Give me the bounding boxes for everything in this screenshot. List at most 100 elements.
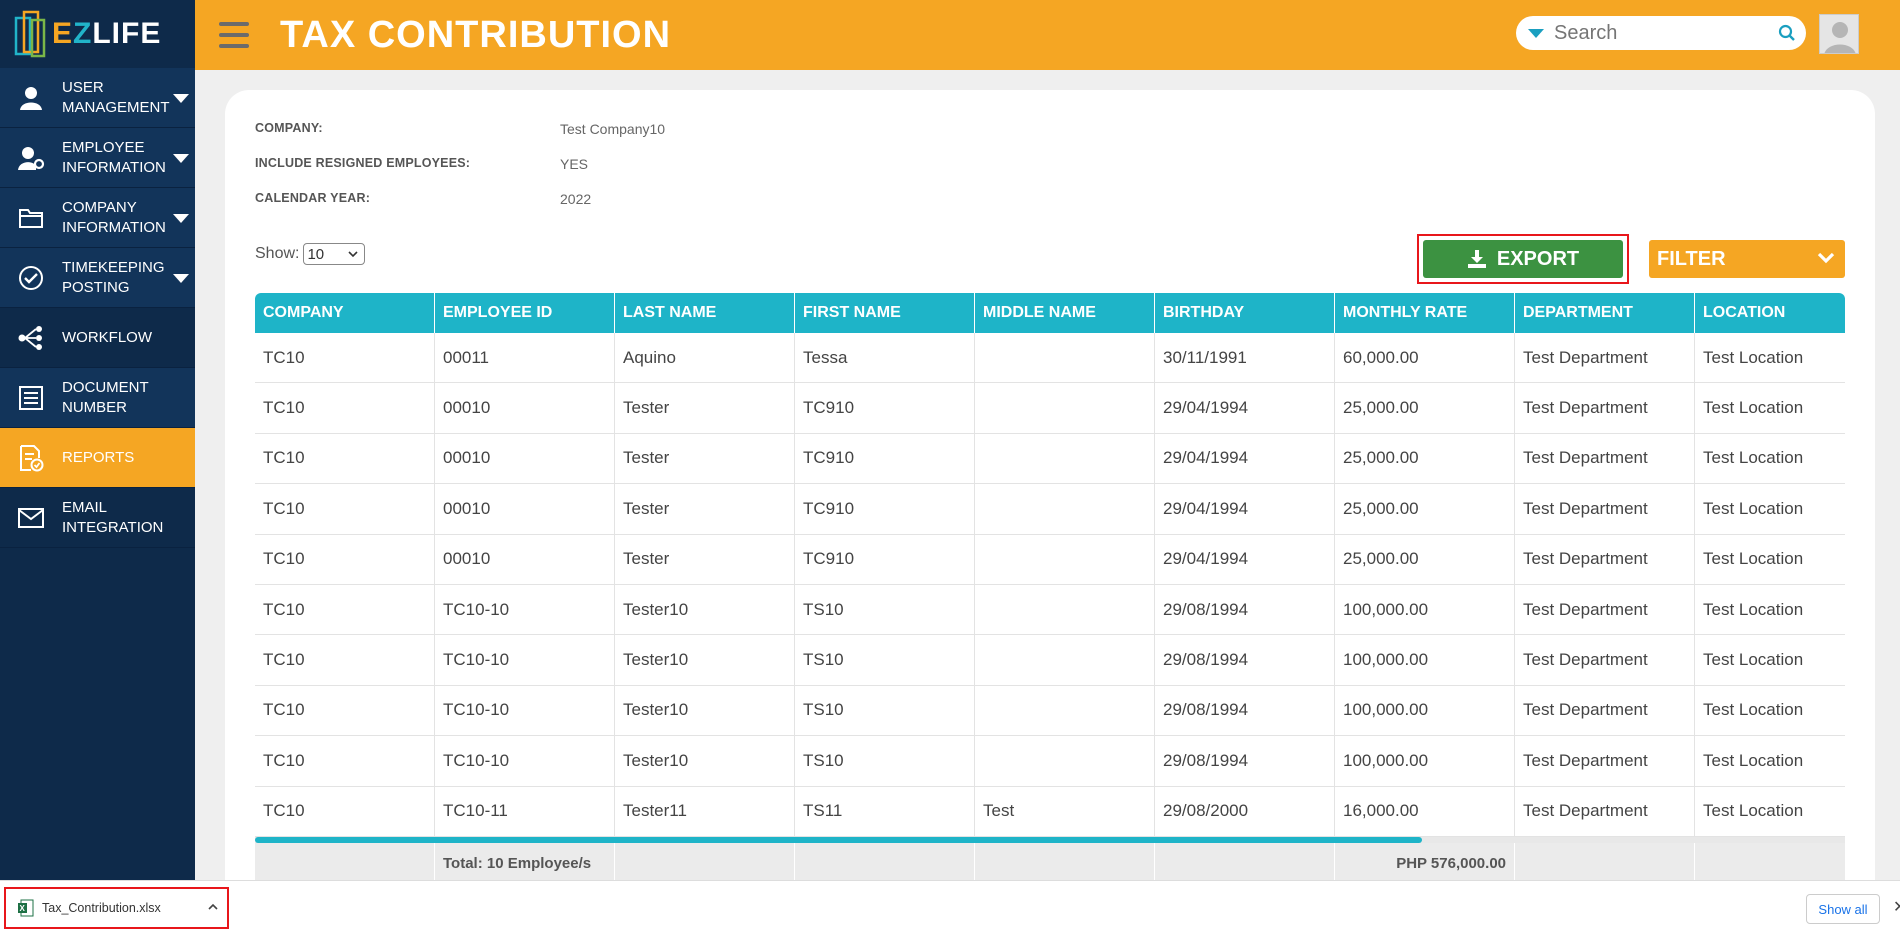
sidebar-item-company-information[interactable]: Company Information — [0, 188, 195, 248]
total-monthly-rate: PHP 576,000.00 — [1335, 842, 1515, 885]
sidebar-item-employee-information[interactable]: Employee Information — [0, 128, 195, 188]
table-cell: TC10 — [255, 333, 435, 383]
caret-down-icon[interactable] — [173, 214, 189, 223]
chevron-up-icon[interactable] — [207, 902, 219, 912]
table-body: TC10 00011 Aquino Tessa 30/11/1991 60,000.00 T… — [255, 333, 1845, 837]
caret-down-icon[interactable] — [173, 274, 189, 283]
table-cell: 25,000.00 — [1335, 383, 1515, 433]
download-file-name: Tax_Contribution.xlsx — [42, 901, 161, 915]
download-item[interactable]: X Tax_Contribution.xlsx — [4, 887, 229, 929]
meta-company-label: COMPANY: — [255, 121, 323, 135]
table-cell: Tester10 — [615, 635, 795, 685]
close-icon[interactable]: ✕ — [1893, 897, 1900, 917]
sidebar-item-user-management[interactable]: User Management — [0, 68, 195, 128]
table-row[interactable]: TC10 00011 Aquino Tessa 30/11/1991 60,000.00 T… — [255, 333, 1845, 384]
sidebar-item-timekeeping-posting[interactable]: Timekeeping Posting — [0, 248, 195, 308]
table-row[interactable]: TC10 TC10-10 Tester10 TS10 29/08/1994 100,000… — [255, 635, 1845, 686]
horizontal-scrollbar[interactable] — [255, 836, 1845, 843]
export-label: EXPORT — [1496, 247, 1580, 270]
table-cell: Tester10 — [615, 584, 795, 635]
table-cell: 100,000.00 — [1335, 635, 1515, 685]
table-cell: TC10 — [255, 584, 435, 635]
scrollbar-thumb[interactable] — [255, 836, 1422, 843]
app: EZLIFE User Management Employee Informati… — [0, 0, 1900, 885]
table-row[interactable]: TC10 00010 Tester TC910 29/04/1994 25,000.00 T… — [255, 383, 1845, 434]
hamburger-menu-icon[interactable] — [219, 22, 249, 48]
table-cell: TS10 — [795, 736, 975, 786]
column-header-birthday[interactable]: BIRTHDAY — [1155, 293, 1335, 333]
report-card: COMPANY: Test Company10 INCLUDE RESIGNED… — [225, 90, 1875, 885]
table-row[interactable]: TC10 00010 Tester TC910 29/04/1994 25,000.00 T… — [255, 433, 1845, 485]
table-cell: 25,000.00 — [1335, 433, 1515, 484]
table-cell: Tester11 — [615, 786, 795, 836]
table-row[interactable]: TC10 TC10-10 Tester10 TS10 29/08/1994 100,000… — [255, 685, 1845, 737]
table-row[interactable]: TC10 00010 Tester TC910 29/04/1994 25,000.00 T… — [255, 534, 1845, 585]
sidebar-item-label: Workflow — [62, 328, 152, 346]
avatar[interactable] — [1819, 14, 1859, 54]
table-cell: Tessa — [795, 333, 975, 383]
show-entries-select[interactable]: 10 — [303, 243, 366, 265]
table-cell: Test Department — [1515, 786, 1695, 836]
check-circle-icon — [0, 265, 62, 291]
logo-mark-icon — [14, 8, 48, 60]
table-cell: Test Location — [1703, 750, 1804, 770]
show-entries-value: 10 — [307, 245, 325, 263]
search-input[interactable] — [1554, 21, 1774, 45]
table-cell: TC10 — [255, 786, 435, 836]
page-title: TAX CONTRIBUTION — [280, 14, 672, 56]
table-cell: Test Department — [1515, 333, 1695, 383]
table-cell: TS10 — [795, 584, 975, 635]
table-header: COMPANY EMPLOYEE ID LAST NAME FIRST NAME MID… — [255, 293, 1845, 333]
table-cell: Test Location — [1703, 599, 1804, 619]
sidebar-item-document-number[interactable]: Document Number — [0, 368, 195, 428]
table-cell: 29/08/1994 — [1155, 685, 1335, 736]
total-employees: Total: 10 Employee/s — [435, 842, 615, 885]
table-cell: TC10-10 — [435, 685, 615, 736]
chevron-down-icon — [348, 250, 359, 257]
table-cell: Tester — [615, 433, 795, 484]
column-header-last-name[interactable]: LAST NAME — [615, 293, 795, 333]
table-cell: TC910 — [795, 433, 975, 484]
search-dropdown-caret-icon[interactable] — [1528, 28, 1544, 38]
sidebar-item-label: Company Information — [62, 198, 166, 236]
column-header-location[interactable]: LOCATION — [1695, 293, 1845, 333]
sidebar-item-email-integration[interactable]: Email Integration — [0, 488, 195, 548]
sidebar: EZLIFE User Management Employee Informati… — [0, 0, 195, 880]
caret-down-icon[interactable] — [173, 94, 189, 103]
table-cell: Test Department — [1515, 736, 1695, 786]
table-row[interactable]: TC10 00010 Tester TC910 29/04/1994 25,000.00 T… — [255, 484, 1845, 535]
column-header-company[interactable]: COMPANY — [255, 293, 435, 333]
table-cell: Test Department — [1515, 685, 1695, 736]
column-header-monthly-rate[interactable]: MONTHLY RATE — [1335, 293, 1515, 333]
table-row[interactable]: TC10 TC10-10 Tester10 TS10 29/08/1994 100,000… — [255, 584, 1845, 636]
table-cell: TC10 — [255, 383, 435, 433]
table-cell — [975, 685, 1155, 736]
table-cell — [975, 584, 1155, 635]
table-cell — [975, 383, 1155, 433]
search-icon[interactable] — [1778, 24, 1796, 42]
sidebar-item-workflow[interactable]: Workflow — [0, 308, 195, 368]
document-list-icon — [0, 385, 62, 411]
filter-button[interactable]: FILTER — [1649, 240, 1845, 278]
table-cell: TC910 — [795, 484, 975, 534]
download-icon — [1467, 250, 1486, 268]
column-header-department[interactable]: DEPARTMENT — [1515, 293, 1695, 333]
table-row[interactable]: TC10 TC10-10 Tester10 TS10 29/08/1994 100,000… — [255, 736, 1845, 787]
table-cell: TC910 — [795, 383, 975, 433]
caret-down-icon[interactable] — [173, 154, 189, 163]
show-label: Show: — [255, 245, 300, 262]
sidebar-item-reports[interactable]: Reports — [0, 428, 195, 488]
meta-resigned-label: INCLUDE RESIGNED EMPLOYEES: — [255, 156, 471, 170]
export-button[interactable]: EXPORT — [1423, 240, 1623, 278]
table-row[interactable]: TC10 TC10-11 Tester11 TS11 Test 29/08/2000 16,… — [255, 786, 1845, 837]
meta-year-label: CALENDAR YEAR: — [255, 191, 371, 205]
column-header-employee-id[interactable]: EMPLOYEE ID — [435, 293, 615, 333]
table-cell — [975, 484, 1155, 534]
folder-icon — [0, 206, 62, 230]
column-header-middle-name[interactable]: MIDDLE NAME — [975, 293, 1155, 333]
column-header-first-name[interactable]: FIRST NAME — [795, 293, 975, 333]
table-cell: 25,000.00 — [1335, 484, 1515, 534]
logo[interactable]: EZLIFE — [0, 0, 195, 68]
show-all-button[interactable]: Show all — [1806, 894, 1880, 924]
sidebar-item-label: Email Integration — [62, 498, 164, 536]
